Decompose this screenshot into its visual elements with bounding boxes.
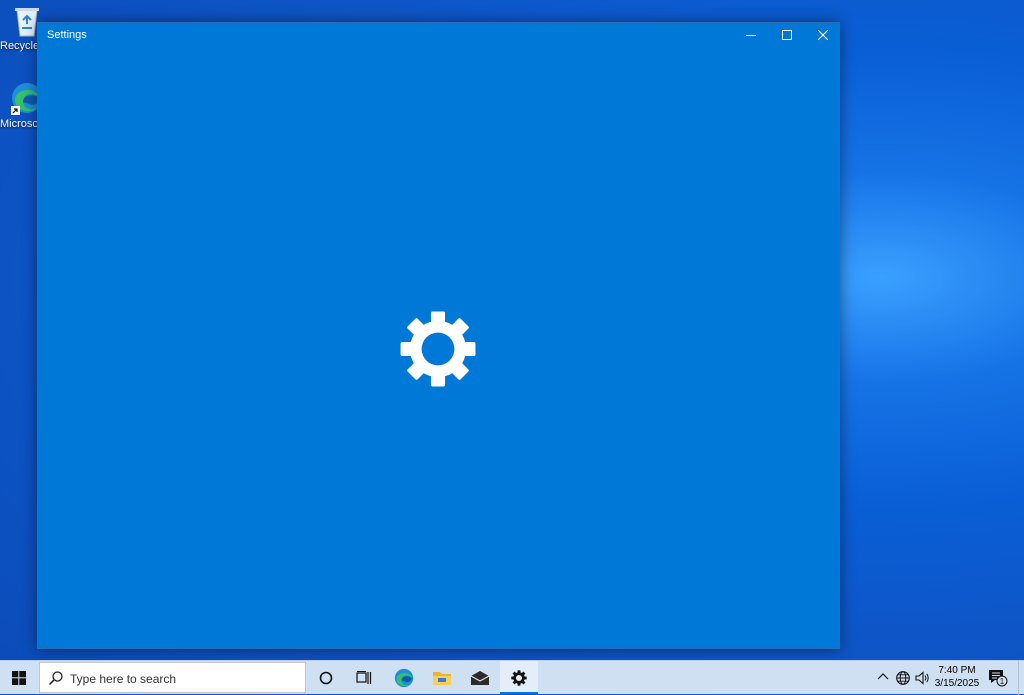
window-title: Settings (47, 29, 87, 41)
file-explorer-button[interactable] (423, 661, 461, 694)
task-view-button[interactable] (345, 661, 383, 694)
clock[interactable]: 7:40 PM 3/15/2025 (932, 664, 982, 690)
settings-window[interactable]: Settings (37, 22, 840, 649)
notification-count: 1 (1000, 677, 1005, 686)
show-desktop-button[interactable] (1018, 661, 1024, 695)
maximize-button[interactable] (769, 23, 805, 47)
file-explorer-icon (433, 671, 451, 685)
search-icon (48, 671, 63, 686)
minimize-button[interactable] (733, 23, 769, 47)
edge-taskbar-button[interactable] (385, 661, 423, 694)
edge-icon (394, 668, 414, 687)
close-icon (818, 30, 828, 40)
windows-logo-icon (12, 671, 26, 685)
notification-icon: 1 (989, 670, 1008, 687)
title-bar[interactable]: Settings (38, 23, 839, 47)
search-placeholder: Type here to search (70, 672, 177, 686)
task-view-icon (356, 670, 372, 684)
search-box[interactable]: Type here to search (39, 662, 306, 693)
clock-date: 3/15/2025 (934, 678, 980, 689)
mail-icon (470, 670, 490, 685)
clock-time: 7:40 PM (938, 665, 976, 676)
maximize-icon (782, 30, 792, 40)
action-center-button[interactable]: 1 (988, 669, 1008, 692)
chevron-up-icon[interactable] (876, 670, 890, 684)
cortana-icon (319, 671, 333, 684)
close-button[interactable] (805, 23, 841, 47)
gear-icon (400, 311, 476, 387)
settings-taskbar-button[interactable] (500, 661, 538, 694)
mail-button[interactable] (461, 661, 499, 694)
volume-icon[interactable] (914, 670, 930, 686)
settings-icon (511, 669, 527, 686)
network-globe-icon[interactable] (895, 670, 911, 686)
start-button[interactable] (0, 661, 38, 695)
cortana-button[interactable] (307, 661, 345, 694)
minimize-icon (746, 35, 756, 36)
taskbar: Type here to search 7:40 PM 3/15/2025 1 (0, 660, 1024, 695)
